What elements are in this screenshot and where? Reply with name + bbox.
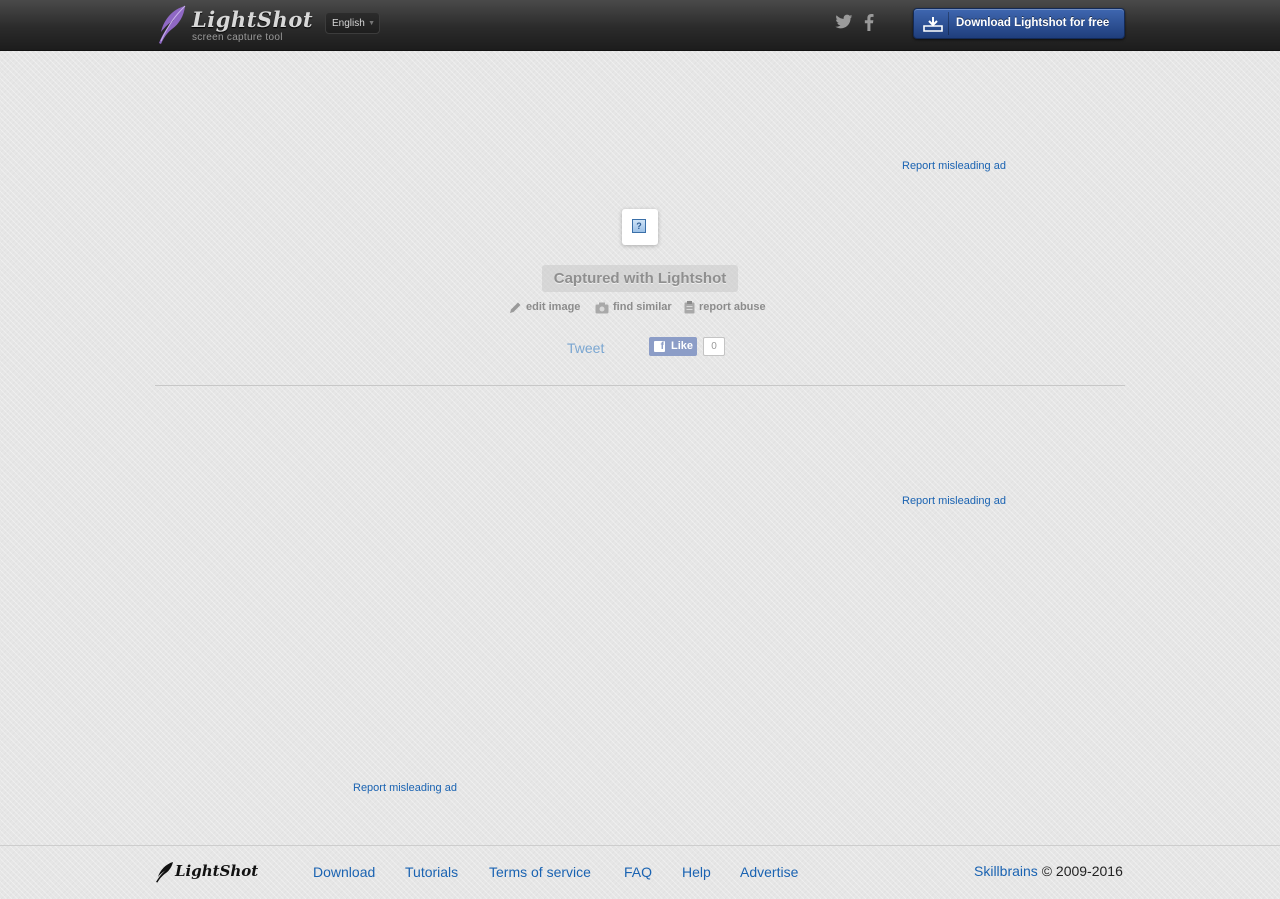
footer-link-download[interactable]: Download [313,864,375,880]
footer-link-faq[interactable]: FAQ [624,864,652,880]
feather-icon [156,862,173,883]
twitter-icon[interactable] [835,14,853,30]
logo-title: LightShot [192,7,314,32]
image-caption: Captured with Lightshot [542,265,738,292]
language-select[interactable]: English ▼ [325,12,380,34]
like-label: Like [671,340,694,352]
broken-image[interactable]: ? [622,209,658,245]
download-button-label: Download Lightshot for free [956,17,1110,29]
download-cloud-icon [923,17,943,32]
footer-link-advertise[interactable]: Advertise [740,864,798,880]
report-misleading-ad-link[interactable]: Report misleading ad [902,495,1006,507]
copyright-years: © 2009-2016 [1041,863,1123,879]
footer-divider [0,845,1280,846]
lightshot-logo[interactable]: LightShot screen capture tool [155,5,313,45]
edit-image-label: edit image [526,301,581,313]
report-misleading-ad-link[interactable]: Report misleading ad [902,160,1006,172]
download-button[interactable]: Download Lightshot for free [913,8,1125,39]
footer-link-terms[interactable]: Terms of service [489,864,591,880]
pencil-icon [510,302,521,313]
download-icon-box [918,12,949,35]
language-value: English [332,18,365,29]
camera-icon [595,302,609,314]
report-abuse-label: report abuse [699,301,766,313]
skillbrains-link[interactable]: Skillbrains [974,863,1038,879]
chevron-down-icon: ▼ [368,20,375,27]
facebook-like-button[interactable]: f Like [649,337,697,356]
facebook-icon[interactable] [864,14,874,31]
missing-image-icon: ? [632,219,646,233]
clipboard-icon [684,301,695,314]
footer-logo-text: LightShot [175,862,259,880]
footer-logo[interactable]: LightShot [155,861,259,885]
facebook-icon: f [654,341,665,352]
like-count: 0 [703,337,725,356]
feather-icon [159,5,186,44]
tweet-link[interactable]: Tweet [567,340,604,356]
report-misleading-ad-link[interactable]: Report misleading ad [353,782,457,794]
divider [155,385,1125,386]
footer-link-help[interactable]: Help [682,864,711,880]
copyright: Skillbrains © 2009-2016 [974,863,1123,879]
find-similar-label: find similar [613,301,672,313]
logo-subtitle: screen capture tool [192,32,283,43]
footer-link-tutorials[interactable]: Tutorials [405,864,458,880]
top-bar: LightShot screen capture tool English ▼ … [0,0,1280,51]
